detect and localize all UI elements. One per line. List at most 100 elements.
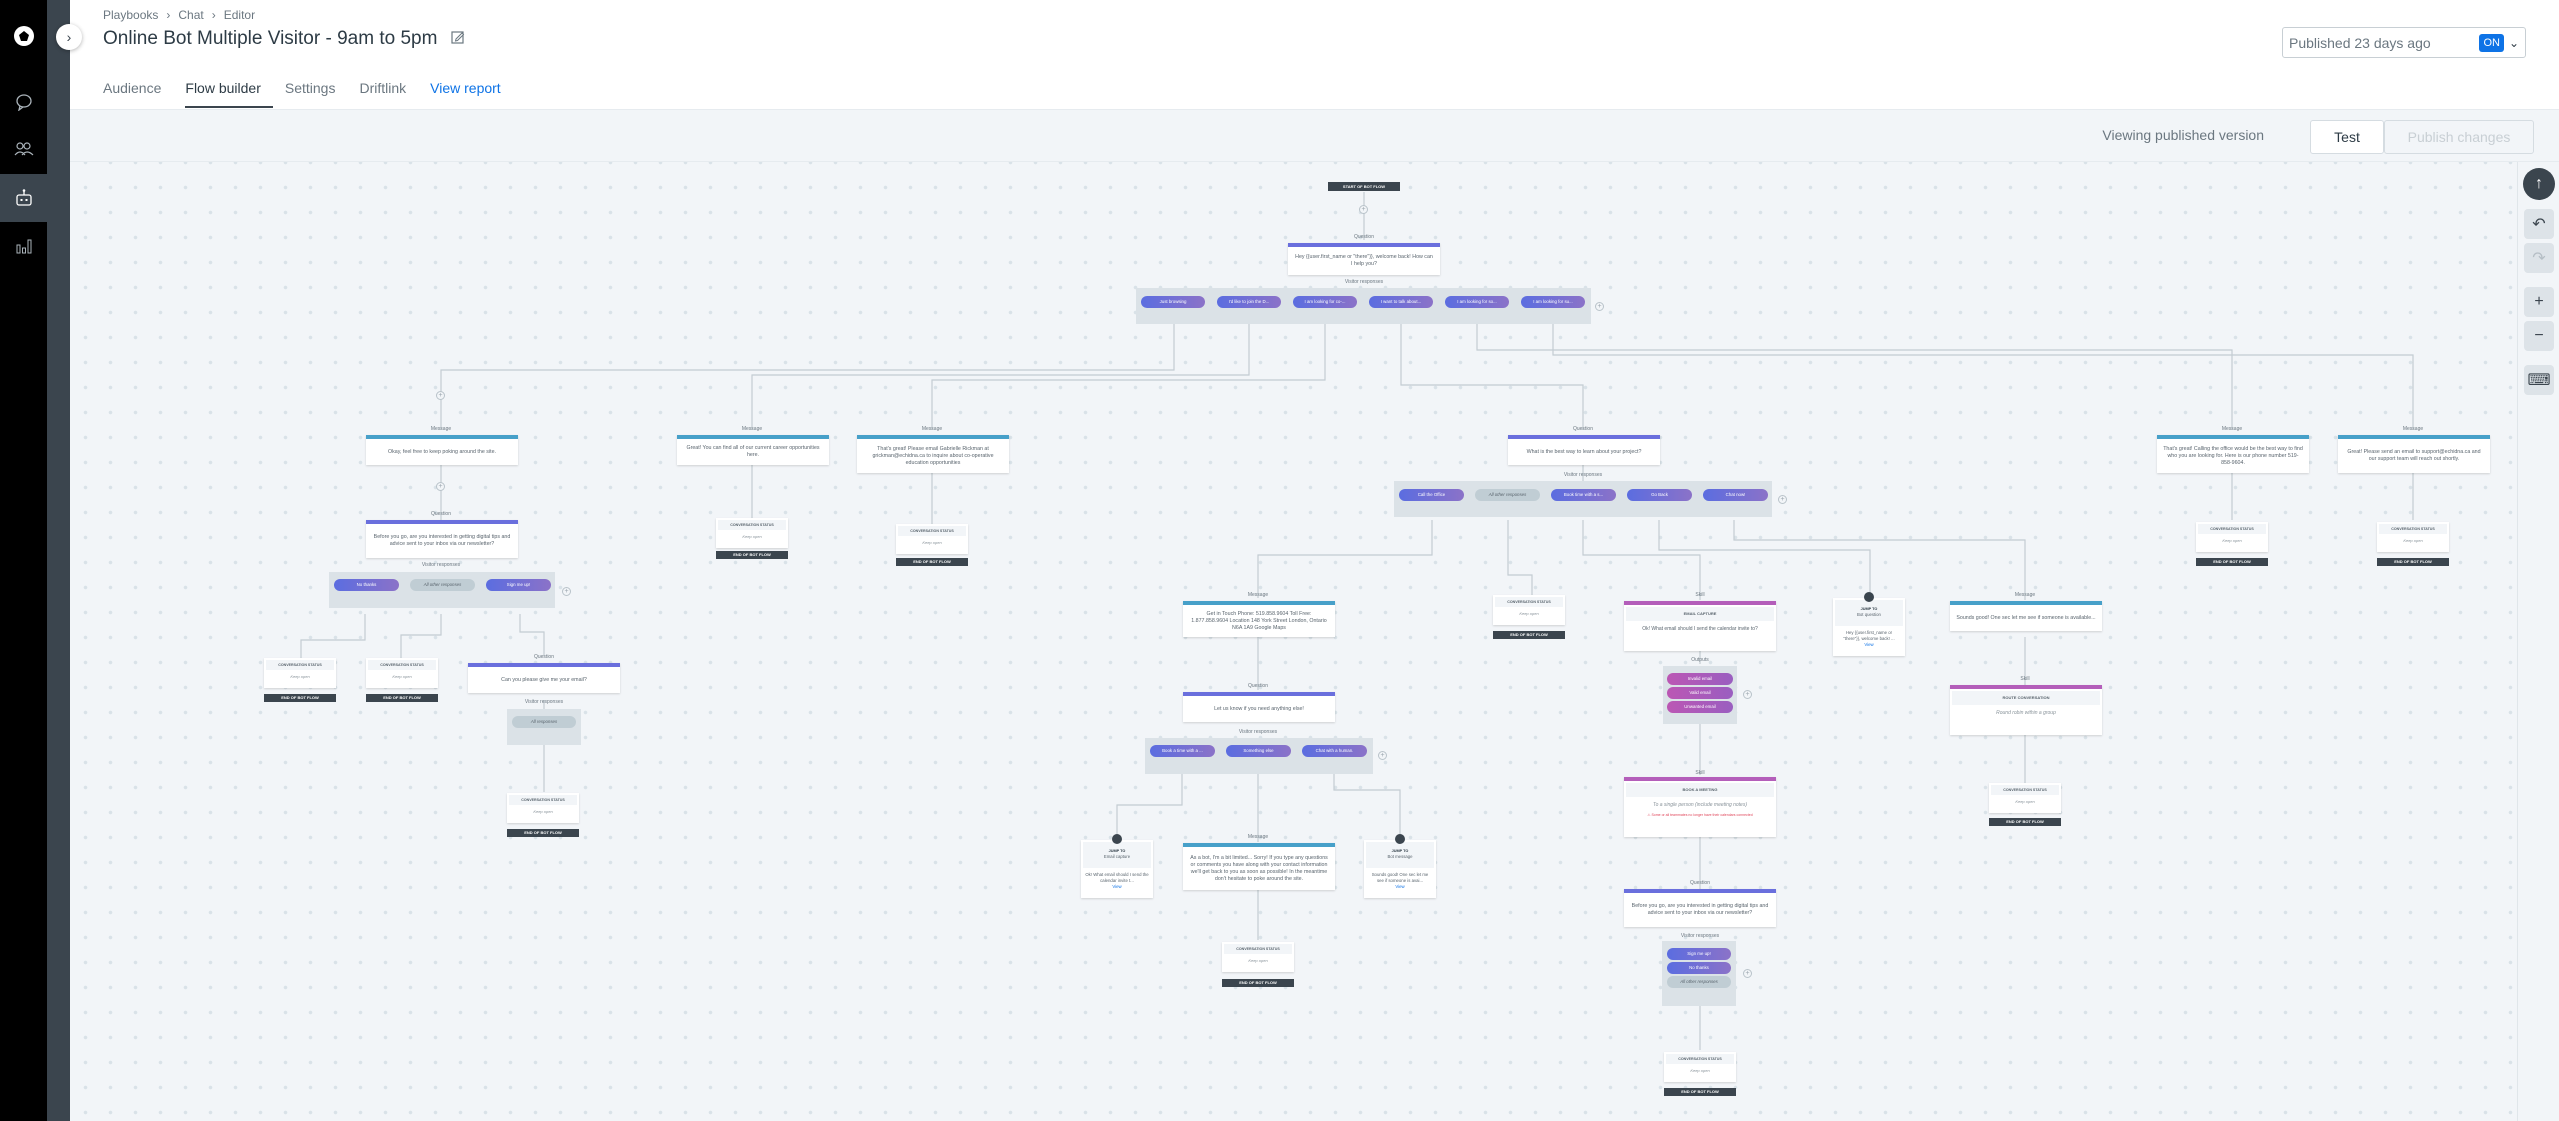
plus-icon: + (2534, 293, 2544, 310)
message-node[interactable]: Great! You can find all of our current c… (677, 435, 829, 465)
jump-icon (1864, 592, 1874, 602)
tab-settings[interactable]: Settings (285, 80, 348, 108)
conversation-status-node[interactable]: CONVERSATION STATUS Keep open (264, 658, 336, 688)
output-invalid-email[interactable]: Invalid email (1667, 673, 1733, 685)
node-type-label: Message (1247, 592, 1269, 598)
tab-driftlink[interactable]: Driftlink (359, 80, 418, 108)
response-book-time[interactable]: Book a time with a ... (1150, 745, 1215, 757)
response-all-responses[interactable]: All responses (512, 716, 576, 728)
response-just-browsing[interactable]: Just browsing (1141, 296, 1205, 308)
newsletter-question-node[interactable]: Before you go, are you interested in get… (1624, 889, 1776, 927)
response-no-thanks[interactable]: No thanks (334, 579, 399, 591)
newsletter-question-node[interactable]: Before you go, are you interested in get… (366, 520, 518, 558)
add-response-button[interactable]: + (1743, 969, 1752, 978)
on-toggle[interactable]: ON (2479, 33, 2504, 52)
message-node[interactable]: Great! Please send an email to support@e… (2338, 435, 2490, 473)
else-question-node[interactable]: Let us know if you need anything else! (1183, 692, 1335, 722)
message-node[interactable]: Get in Touch Phone: 519.858.9604 Toll Fr… (1183, 601, 1335, 637)
bot-icon[interactable] (0, 174, 47, 222)
redo-button[interactable]: ↷ (2524, 243, 2554, 273)
response-co-op[interactable]: I am looking for co-... (1293, 296, 1357, 308)
node-type-label: Message (430, 426, 452, 432)
response-all-other[interactable]: All other responses (1475, 489, 1540, 501)
logo-icon[interactable] (0, 12, 47, 60)
response-join[interactable]: I'd like to join the D... (1217, 296, 1281, 308)
response-call-office[interactable]: Call the Office (1399, 489, 1464, 501)
response-something-else[interactable]: Something else (1226, 745, 1291, 757)
add-response-button[interactable]: + (1778, 495, 1787, 504)
keyboard-shortcuts-button[interactable]: ⌨ (2524, 365, 2554, 395)
response-sign-me-up[interactable]: Sign me up! (486, 579, 551, 591)
conversation-status-node[interactable]: CONVERSATION STATUS Keep open (366, 658, 438, 688)
jump-to-bot-question[interactable]: JUMP TO Bot question Hey {{user.first_name… (1833, 592, 1905, 656)
publish-changes-button[interactable]: Publish changes (2384, 120, 2534, 154)
conversation-status-node[interactable]: CONVERSATION STATUS Keep open (1493, 595, 1565, 625)
conversation-status-node[interactable]: CONVERSATION STATUS Keep open (507, 793, 579, 823)
message-node[interactable]: That's great! Please email Gabrielle Ric… (857, 435, 1009, 473)
add-step-button[interactable]: + (436, 391, 445, 400)
response-all-other[interactable]: All other responses (410, 579, 475, 591)
route-conversation-skill-node[interactable]: ROUTE CONVERSATION Round robin within a g… (1950, 685, 2102, 735)
add-output-button[interactable]: + (1743, 690, 1752, 699)
response-no-thanks[interactable]: No thanks (1667, 962, 1731, 974)
response-chat-now[interactable]: Chat now! (1703, 489, 1768, 501)
message-node[interactable]: That's great! Calling the office would b… (2157, 435, 2309, 473)
add-response-button[interactable]: + (1378, 751, 1387, 760)
breadcrumb-chat[interactable]: Chat (178, 8, 203, 22)
test-button[interactable]: Test (2310, 120, 2384, 154)
output-valid-email[interactable]: Valid email (1667, 687, 1733, 699)
edit-title-icon[interactable] (451, 28, 465, 50)
conversation-status-node[interactable]: CONVERSATION STATUS Keep open (1989, 783, 2061, 813)
status-value: Keep open (2403, 538, 2423, 543)
zoom-out-button[interactable]: − (2524, 321, 2554, 351)
conversation-status-node[interactable]: CONVERSATION STATUS Keep open (716, 518, 788, 548)
chevron-right-icon: › (211, 8, 216, 22)
response-book-time[interactable]: Book time with a s... (1551, 489, 1616, 501)
add-response-button[interactable]: + (562, 587, 571, 596)
users-icon[interactable] (0, 125, 47, 173)
view-link[interactable]: View (1864, 642, 1873, 647)
tab-audience[interactable]: Audience (103, 80, 173, 108)
end-of-bot-flow: END OF BOT FLOW (264, 694, 336, 702)
response-sign-me-up[interactable]: Sign me up! (1667, 948, 1731, 960)
expand-sidebar-button[interactable]: › (56, 24, 82, 50)
view-report-link[interactable]: View report (430, 80, 513, 108)
message-node[interactable]: Sounds good! One sec let me see if someo… (1950, 601, 2102, 631)
bar-chart-icon[interactable] (0, 222, 47, 270)
conversation-status-node[interactable]: CONVERSATION STATUS Keep open (2196, 522, 2268, 552)
response-looking-su[interactable]: I am looking for su... (1521, 296, 1585, 308)
publish-status-dropdown[interactable]: Published 23 days ago ON ⌄ (2282, 27, 2526, 58)
conversation-status-node[interactable]: CONVERSATION STATUS Keep open (896, 524, 968, 554)
response-looking-so[interactable]: I am looking for so... (1445, 296, 1509, 308)
add-step-button[interactable]: + (436, 482, 445, 491)
tab-flow-builder[interactable]: Flow builder (185, 80, 273, 108)
scroll-to-top-button[interactable]: ↑ (2523, 168, 2555, 200)
output-unwanted-email[interactable]: Unwanted email (1667, 701, 1733, 713)
add-step-button[interactable]: + (1359, 205, 1368, 214)
jump-to-email-capture[interactable]: JUMP TO Email capture Ok! What email shoul… (1081, 834, 1153, 898)
conversation-status-node[interactable]: CONVERSATION STATUS Keep open (2377, 522, 2449, 552)
message-node[interactable]: Okay, feel free to keep poking around th… (366, 435, 518, 465)
message-node[interactable]: As a bot, I'm a bit limited... Sorry! If… (1183, 843, 1335, 890)
view-link[interactable]: View (1112, 884, 1121, 889)
response-all-other[interactable]: All other responses (1667, 976, 1731, 988)
add-response-button[interactable]: + (1595, 302, 1604, 311)
undo-button[interactable]: ↶ (2524, 209, 2554, 239)
chat-bubble-icon[interactable] (0, 78, 47, 126)
root-question-node[interactable]: Hey {{user.first_name or "there"}}, welc… (1288, 243, 1440, 275)
conversation-status-node[interactable]: CONVERSATION STATUS Keep open (1222, 942, 1294, 972)
email-capture-skill-node[interactable]: EMAIL CAPTURE Ok! What email should I sen… (1624, 601, 1776, 651)
response-talk-about[interactable]: I want to talk about... (1369, 296, 1433, 308)
zoom-in-button[interactable]: + (2524, 287, 2554, 317)
status-heading: CONVERSATION STATUS (718, 520, 786, 530)
response-chat-human[interactable]: Chat with a human. (1302, 745, 1367, 757)
project-question-node[interactable]: What is the best way to learn about your… (1508, 435, 1660, 465)
jump-to-bot-message[interactable]: JUMP TO Bot message Sounds good! One sec l… (1364, 834, 1436, 898)
breadcrumb-playbooks[interactable]: Playbooks (103, 8, 158, 22)
skill-title: ROUTE CONVERSATION (1952, 691, 2100, 705)
email-question-node[interactable]: Can you please give me your email? (468, 663, 620, 693)
response-go-back[interactable]: Go Back (1627, 489, 1692, 501)
book-meeting-skill-node[interactable]: BOOK A MEETING To a single person (includ… (1624, 777, 1776, 837)
view-link[interactable]: View (1395, 884, 1404, 889)
conversation-status-node[interactable]: CONVERSATION STATUS Keep open (1664, 1052, 1736, 1082)
